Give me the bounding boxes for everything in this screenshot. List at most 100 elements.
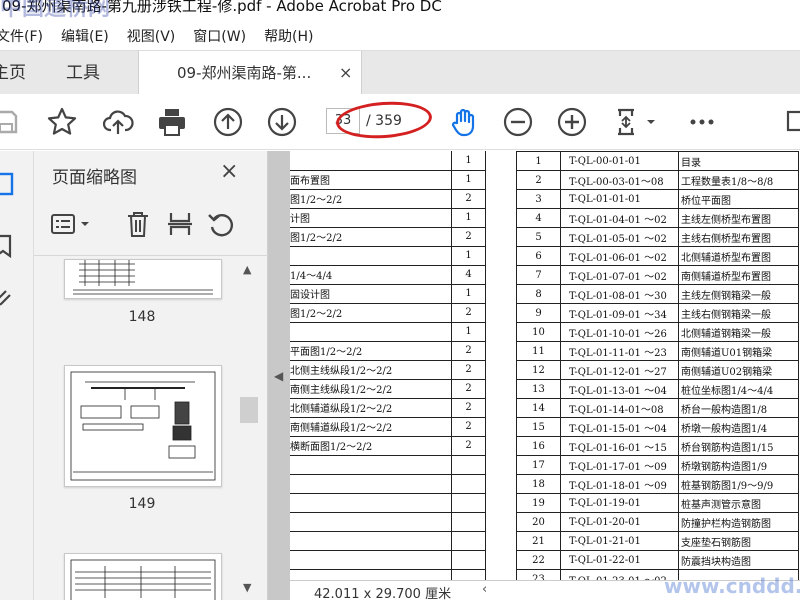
index-cell: 15 <box>516 417 561 437</box>
drawing-name-cell <box>290 531 452 551</box>
table-row: 1/4～4/4 4 <box>290 265 486 285</box>
table-row: 平面图1/2～2/2 2 <box>290 341 486 361</box>
drawing-code-cell: T-QL-01-11-01 ～23 <box>560 341 679 361</box>
title-bar: 09-郑州渠南路-第九册涉铁工程-修.pdf - Adobe Acrobat P… <box>0 0 800 22</box>
delete-page-icon[interactable] <box>124 209 152 239</box>
extract-page-icon[interactable] <box>166 209 194 239</box>
panel-close-icon[interactable]: × <box>220 159 238 184</box>
sheet-count-cell: 2 <box>451 417 486 437</box>
print-icon[interactable] <box>156 106 188 138</box>
acrobat-window: 09-郑州渠南路-第九册涉铁工程-修.pdf - Adobe Acrobat P… <box>0 0 800 600</box>
tab-tools[interactable]: 工具 <box>66 51 100 95</box>
left-navigation-rail <box>0 151 34 600</box>
index-cell: 20 <box>516 512 561 532</box>
drawing-title-cell: 南侧辅道U01钢箱梁 <box>678 341 799 361</box>
drawing-code-cell: T-QL-01-12-01 ～27 <box>560 360 679 380</box>
sheet-count-cell: 1 <box>451 208 486 228</box>
thumbnail-page-150[interactable] <box>64 553 222 600</box>
sheet-count-cell <box>451 550 486 570</box>
index-cell: 5 <box>516 227 561 247</box>
sheet-count-cell: 1 <box>451 322 486 342</box>
drawing-name-cell <box>290 474 452 494</box>
table-row: 22 T-QL-01-22-01 防震挡块构造图 <box>516 550 799 570</box>
document-view[interactable]: ◀ 1 面布置图 1 图1/2～2/2 2 计图 1 图1/2～2/2 2 1 1/4～4/4 4 固设… <box>268 151 800 600</box>
drawing-name-cell: 南侧辅道纵段1/2～2/2 <box>290 417 452 437</box>
thumbnail-page-149[interactable] <box>64 365 222 487</box>
drawing-title-cell: 桥墩钢筋构造图1/9 <box>678 455 799 475</box>
page-thumbnails-icon[interactable] <box>0 171 22 197</box>
drawing-code-cell: T-QL-01-10-01 ～26 <box>560 322 679 342</box>
scroll-up-icon[interactable]: ▲ <box>243 263 251 276</box>
page-up-icon[interactable] <box>212 106 244 138</box>
thumbnail-scrollbar[interactable] <box>240 261 258 600</box>
drawing-code-cell: T-QL-00-03-01～08 <box>560 170 679 190</box>
thumbnail-scrollbar-thumb[interactable] <box>240 397 258 423</box>
drawing-code-cell: T-QL-01-20-01 <box>560 512 679 532</box>
tab-document[interactable]: 09-郑州渠南路-第... × <box>138 51 362 95</box>
index-cell: 21 <box>516 531 561 551</box>
cloud-upload-icon[interactable] <box>102 106 134 138</box>
zoom-in-icon[interactable] <box>556 106 588 138</box>
table-row: 14 T-QL-01-14-01～08 桥台一般构造图1/8 <box>516 398 799 418</box>
table-row: 9 T-QL-01-09-01 ～34 主线右侧钢箱梁一般 <box>516 303 799 323</box>
drawing-title-cell: 防震挡块构造图 <box>678 550 799 570</box>
table-row: 12 T-QL-01-12-01 ～27 南侧辅道U02钢箱梁 <box>516 360 799 380</box>
drawing-title-cell: 主线右侧桥型布置图 <box>678 227 799 247</box>
drawing-name-cell <box>290 151 452 171</box>
sheet-count-cell <box>451 512 486 532</box>
rotate-icon[interactable] <box>206 209 236 239</box>
menu-file[interactable]: 文件(F) <box>0 26 43 46</box>
table-row: 1 <box>290 246 486 266</box>
table-row: 3 T-QL-01-01-01 桥位平面图 <box>516 189 799 209</box>
drawing-title-cell: 南侧辅道桥型布置图 <box>678 265 799 285</box>
drawing-name-cell: 北侧主线纵段1/2～2/2 <box>290 360 452 380</box>
drawing-name-cell <box>290 322 452 342</box>
menu-help[interactable]: 帮助(H) <box>264 26 313 46</box>
scroll-down-icon[interactable]: ▼ <box>243 581 251 594</box>
table-row: 13 T-QL-01-13-01 ～04 桩位坐标图1/4～4/4 <box>516 379 799 399</box>
drawing-list-left-table: 1 面布置图 1 图1/2～2/2 2 计图 1 图1/2～2/2 2 1 1/4～4/4 4 固设计图… <box>290 151 486 583</box>
tab-close-icon[interactable]: × <box>339 51 352 95</box>
horizontal-scroll-left-icon[interactable]: ‹ <box>482 582 487 597</box>
pdf-page: 1 面布置图 1 图1/2～2/2 2 计图 1 图1/2～2/2 2 1 1/4～4/4 4 固设计图… <box>290 151 800 583</box>
table-row: 图1/2～2/2 2 <box>290 227 486 247</box>
drawing-title-cell: 支座垫石钢筋图 <box>678 531 799 551</box>
table-row <box>290 531 486 551</box>
table-row: 横断面图1/2～2/2 2 <box>290 436 486 456</box>
comment-icon[interactable] <box>786 106 800 138</box>
drawing-name-cell: 平面图1/2～2/2 <box>290 341 452 361</box>
hand-icon[interactable] <box>448 106 480 138</box>
zoom-out-icon[interactable] <box>502 106 534 138</box>
collapse-panel-icon[interactable]: ◀ <box>274 369 283 383</box>
drawing-name-cell <box>290 455 452 475</box>
sheet-count-cell: 2 <box>451 189 486 209</box>
menu-view[interactable]: 视图(V) <box>127 26 176 46</box>
tab-home[interactable]: 主页 <box>0 51 26 95</box>
table-row: 固设计图 1 <box>290 284 486 304</box>
site-watermark: www.cnddd.com <box>664 574 800 598</box>
fit-page-icon[interactable] <box>612 106 658 138</box>
bookmark-icon[interactable] <box>0 233 22 259</box>
page-down-icon[interactable] <box>266 106 298 138</box>
thumbnail-page-148[interactable] <box>64 259 222 299</box>
attachment-icon[interactable] <box>0 287 22 313</box>
sheet-count-cell: 2 <box>451 341 486 361</box>
more-icon[interactable] <box>686 106 718 138</box>
sheet-count-cell <box>451 493 486 513</box>
thumbnail-options-icon[interactable] <box>50 209 94 239</box>
drawing-title-cell: 南侧辅道U02钢箱梁 <box>678 360 799 380</box>
drawing-title-cell: 桩基声测管示意图 <box>678 493 799 513</box>
drawing-code-cell: T-QL-01-16-01 ～15 <box>560 436 679 456</box>
sheet-count-cell: 2 <box>451 379 486 399</box>
menu-window[interactable]: 窗口(W) <box>193 26 246 46</box>
drawing-code-cell: T-QL-01-05-01 ～02 <box>560 227 679 247</box>
star-icon[interactable] <box>46 106 78 138</box>
menu-edit[interactable]: 编辑(E) <box>61 26 109 46</box>
drawing-title-cell: 北侧辅道桥型布置图 <box>678 246 799 266</box>
drawing-code-cell: T-QL-01-22-01 <box>560 550 679 570</box>
drawing-name-cell <box>290 512 452 532</box>
save-icon[interactable] <box>0 106 22 138</box>
table-row: 19 T-QL-01-19-01 桩基声测管示意图 <box>516 493 799 513</box>
table-row: 4 T-QL-01-04-01 ～02 主线左侧桥型布置图 <box>516 208 799 228</box>
drawing-title-cell: 桥台钢筋构造图1/15 <box>678 436 799 456</box>
